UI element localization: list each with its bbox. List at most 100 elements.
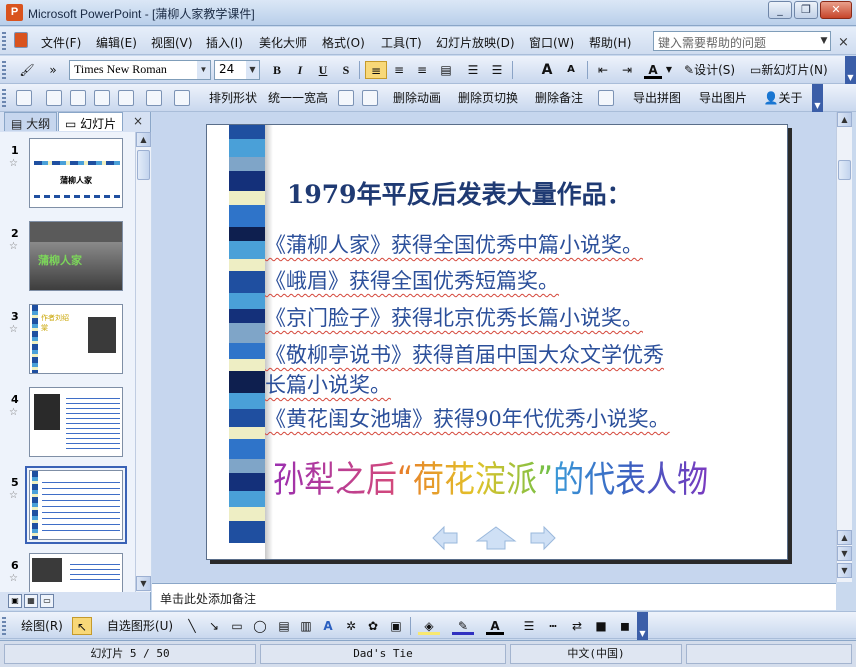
oval-icon[interactable]: ◯ [251,617,269,635]
font-color-button[interactable]: A [644,61,662,79]
slide-heading[interactable]: 1979年平反后发表大量作品： [287,175,632,211]
numbered-list-icon[interactable]: ☰ [463,61,483,79]
arrow-up-icon[interactable] [475,525,517,551]
distribute-icon[interactable]: ▤ [436,61,456,79]
delete-animation-button[interactable]: 删除动画 [388,89,446,107]
menu-slideshow[interactable]: 幻灯片放映(D) [436,34,515,51]
scroll-thumb[interactable] [137,150,150,180]
toolbar-grip[interactable] [2,89,6,107]
scroll-down-icon[interactable]: ▼ [136,576,151,591]
align-left-icon[interactable]: ≡ [365,61,387,79]
menu-window[interactable]: 窗口(W) [529,34,574,51]
chevron-down-icon[interactable]: ▼ [197,61,210,79]
close-icon[interactable]: × [133,114,143,128]
shadow-style-icon[interactable]: ■ [592,617,610,635]
indent-decrease-icon[interactable]: ⇤ [593,61,613,79]
3d-style-icon[interactable]: ◼ [616,617,634,635]
increase-font-button[interactable]: A [538,61,556,79]
font-size-select[interactable]: 24 ▼ [214,60,260,80]
arrow-left-icon[interactable] [431,525,459,551]
arrow-style-icon[interactable]: ⇄ [568,617,586,635]
line-style-icon[interactable]: ☰ [520,617,538,635]
toolbar-grip[interactable] [2,617,6,635]
tab-outline[interactable]: ▤ 大纲 [4,112,58,131]
line-color-icon[interactable]: ✎ [452,617,474,635]
slide-text-line[interactable]: 《蒲柳人家》获得全国优秀中篇小说奖。 [265,229,643,259]
select-pointer-icon[interactable]: ↖ [72,617,92,635]
slide-thumbnail-1[interactable]: 蒲柳人家 [29,138,123,208]
indent-increase-icon[interactable]: ⇥ [617,61,637,79]
slide-thumbnail-4[interactable] [29,387,123,457]
scroll-up-icon[interactable]: ▲ [837,112,852,127]
toolbar-options-icon[interactable]: ▼ [812,84,823,112]
chevron-down-icon[interactable]: ▼ [817,31,831,51]
slide-text-line[interactable]: 长篇小说奖。 [265,369,391,399]
new-slide-button[interactable]: ▭新幻灯片(N) [750,61,842,79]
slide-scrollbar[interactable]: ▲ ▲ ▼ ▼ [836,112,852,582]
export-icon[interactable] [598,90,614,106]
arrow-right-icon[interactable] [529,525,557,551]
clipart-icon[interactable]: ✿ [365,617,381,635]
scroll-thumb[interactable] [838,160,851,180]
delete-notes-button[interactable]: 删除备注 [528,89,590,107]
menu-help[interactable]: 帮助(H) [589,34,631,51]
normal-view-icon[interactable]: ▣ [8,594,22,608]
bold-button[interactable]: B [268,61,286,79]
menu-view[interactable]: 视图(V) [151,34,193,51]
tab-slides[interactable]: ▭ 幻灯片 [58,112,124,131]
slide-thumbnail-2[interactable]: 蒲柳人家 [29,221,123,291]
align-center-icon[interactable]: ≡ [389,61,409,79]
vertical-text-icon[interactable]: ▥ [298,617,314,635]
page-icon[interactable] [174,90,190,106]
menu-edit[interactable]: 编辑(E) [96,34,137,51]
slide-text-line[interactable]: 《敬柳亭说书》获得首届中国大众文学优秀 [265,339,664,369]
shadow-button[interactable]: S [337,61,355,79]
help-search-input[interactable]: 键入需要帮助的问题 [653,31,831,51]
toolbar-options-icon[interactable]: ▼ [845,56,856,84]
toolbar-grip[interactable] [2,61,6,79]
autoshapes-button[interactable]: 自选图形(U) [100,617,180,635]
textbox-icon[interactable]: ▤ [276,617,292,635]
align-right-icon[interactable]: ≡ [412,61,432,79]
slideshow-view-icon[interactable]: ▭ [40,594,54,608]
draw-menu-button[interactable]: 绘图(R) [16,617,68,635]
notes-pane[interactable]: 单击此处添加备注 [152,583,836,610]
wordart-icon[interactable]: A [320,617,336,635]
scroll-down-icon[interactable]: ▼ [837,563,852,578]
minimize-button[interactable]: _ [768,1,792,19]
diagram-icon[interactable]: ✲ [342,617,360,635]
next-slide-icon[interactable]: ▼ [837,546,852,561]
picture-icon[interactable]: ▣ [388,617,404,635]
chevron-down-icon[interactable]: ▼ [664,61,674,79]
new-icon[interactable] [16,90,32,106]
menu-beautify[interactable]: 美化大师 [259,34,307,51]
menu-format[interactable]: 格式(O) [322,34,365,51]
decrease-font-button[interactable]: A [563,61,579,79]
sorter-view-icon[interactable]: ▦ [24,594,38,608]
toolbar-options-icon[interactable]: ▼ [637,612,648,640]
fill-color-icon[interactable]: ◈ [418,617,440,635]
design-button[interactable]: ✎设计(S) [684,61,746,79]
underline-button[interactable]: U [314,61,332,79]
window-icon[interactable] [118,90,134,106]
brush-icon[interactable]: 🖌 [16,61,38,79]
slide-thumbnail-6[interactable] [29,553,123,592]
doc-close-button[interactable]: × [838,35,849,50]
rectangle-icon[interactable]: ▭ [228,617,246,635]
bullet-list-icon[interactable]: ☰ [487,61,507,79]
scroll-up-icon[interactable]: ▲ [136,132,151,147]
text-format-icon[interactable] [338,90,354,106]
chevron-down-icon[interactable]: ▼ [246,61,259,79]
slide-thumbnail-5[interactable] [25,466,127,544]
gallery-icon[interactable] [70,90,86,106]
export-image-button[interactable]: 导出图片 [692,89,754,107]
slide-text-line[interactable]: 《京门脸子》获得北京优秀长篇小说奖。 [265,302,643,332]
arrange-shapes-button[interactable]: 排列形状 [202,89,264,107]
slide-text-line[interactable]: 《峨眉》获得全国优秀短篇奖。 [265,265,559,295]
italic-button[interactable]: I [291,61,309,79]
photo-icon[interactable] [94,90,110,106]
font-family-select[interactable]: Times New Roman ▼ [69,60,211,80]
wand-icon[interactable] [146,90,162,106]
menu-tools[interactable]: 工具(T) [381,34,422,51]
menu-file[interactable]: 文件(F) [41,34,81,51]
